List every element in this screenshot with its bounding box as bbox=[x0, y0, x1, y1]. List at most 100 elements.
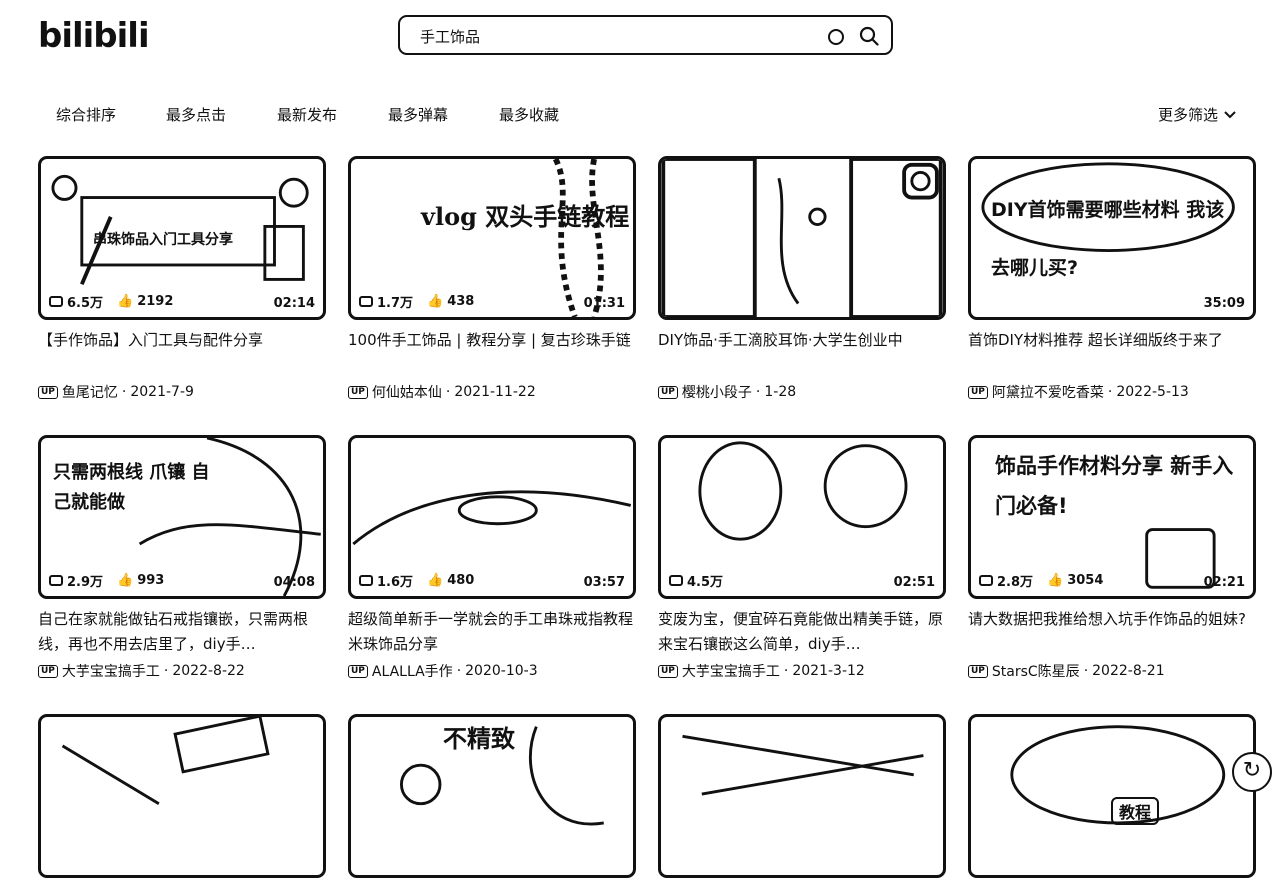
video-card[interactable]: 串珠饰品入门工具分享 6.5万 👍 2192 02:14 【手作饰品】入门工具与配… bbox=[38, 156, 326, 402]
meta-sep: · bbox=[1083, 663, 1089, 679]
up-badge-icon: UP bbox=[38, 664, 58, 678]
video-title[interactable]: 【手作饰品】入门工具与配件分享 bbox=[38, 328, 326, 378]
thumbnail-art bbox=[661, 159, 943, 317]
video-title[interactable]: 请大数据把我推给想入坑手作饰品的姐妹? bbox=[968, 607, 1256, 657]
play-count-icon bbox=[669, 575, 683, 586]
video-card[interactable]: 饰品手作材料分享 新手入门必备! 2.8万 👍 3054 02:21 请大数据把我… bbox=[968, 435, 1256, 681]
video-thumbnail[interactable]: 不精致 bbox=[348, 714, 636, 878]
up-badge-icon: UP bbox=[968, 385, 988, 399]
filter-most-clicks[interactable]: 最多点击 bbox=[166, 104, 226, 125]
video-card[interactable] bbox=[38, 714, 326, 878]
refresh-icon[interactable]: ↻ bbox=[1232, 752, 1272, 792]
duration: 02:51 bbox=[893, 575, 935, 590]
thumbnail-caption: 串珠饰品入门工具分享 bbox=[93, 232, 233, 248]
video-card[interactable]: DIY首饰需要哪些材料 我该去哪儿买? 35:09 首饰DIY材料推荐 超长详细… bbox=[968, 156, 1256, 402]
like-icon: 👍 bbox=[427, 294, 444, 309]
video-thumbnail[interactable]: 饰品手作材料分享 新手入门必备! 2.8万 👍 3054 02:21 bbox=[968, 435, 1256, 599]
like-count: 480 bbox=[447, 573, 475, 588]
video-thumbnail[interactable]: 教程 bbox=[968, 714, 1256, 878]
video-title[interactable]: 变废为宝，便宜碎石竟能做出精美手链，原来宝石镶嵌这么简单，diy手… bbox=[658, 607, 946, 657]
video-thumbnail[interactable] bbox=[38, 714, 326, 878]
thumbnail-art bbox=[1010, 725, 1226, 825]
duration: 04:08 bbox=[273, 575, 315, 590]
thumbnail-art bbox=[61, 717, 270, 805]
duration: 02:14 bbox=[273, 296, 315, 311]
video-thumbnail[interactable]: vlog 双头手链教程 1.7万 👍 438 01:31 bbox=[348, 156, 636, 320]
meta-sep: · bbox=[163, 663, 169, 679]
clear-icon[interactable] bbox=[828, 29, 844, 45]
video-thumbnail[interactable]: 4.5万 02:51 bbox=[658, 435, 946, 599]
filter-most-danmaku[interactable]: 最多弹幕 bbox=[388, 104, 448, 125]
video-thumbnail[interactable] bbox=[658, 714, 946, 878]
filter-sort-default[interactable]: 综合排序 bbox=[56, 104, 116, 125]
video-title[interactable]: 超级简单新手一学就会的手工串珠戒指教程米珠饰品分享 bbox=[348, 607, 636, 657]
view-count: 4.5万 bbox=[687, 575, 724, 590]
uploader-name[interactable]: 鱼尾记忆 bbox=[62, 382, 118, 402]
more-filter-button[interactable]: 更多筛选 bbox=[1158, 104, 1236, 125]
uploader-name[interactable]: 樱桃小段子 bbox=[682, 382, 752, 402]
video-title[interactable]: DIY饰品·手工滴胶耳饰·大学生创业中 bbox=[658, 328, 946, 378]
publish-date: 2020-10-3 bbox=[465, 663, 538, 679]
video-thumbnail[interactable] bbox=[658, 156, 946, 320]
view-count: 1.6万 bbox=[377, 575, 414, 590]
search-box[interactable] bbox=[398, 15, 893, 55]
duration: 02:21 bbox=[1203, 575, 1245, 590]
video-card[interactable]: vlog 双头手链教程 1.7万 👍 438 01:31 100件手工饰品 | 教… bbox=[348, 156, 636, 402]
video-thumbnail[interactable]: DIY首饰需要哪些材料 我该去哪儿买? 35:09 bbox=[968, 156, 1256, 320]
chevron-down-icon bbox=[1224, 110, 1236, 118]
video-card[interactable] bbox=[658, 714, 946, 878]
uploader-name[interactable]: ALALLA手作 bbox=[372, 661, 453, 681]
video-thumbnail[interactable]: 1.6万 👍 480 03:57 bbox=[348, 435, 636, 599]
up-badge-icon: UP bbox=[38, 385, 58, 399]
thumbnail-caption: 不精致 bbox=[443, 725, 515, 753]
play-count-icon bbox=[359, 296, 373, 307]
video-card[interactable]: 教程 bbox=[968, 714, 1256, 878]
publish-date: 2021-7-9 bbox=[130, 384, 194, 400]
up-badge-icon: UP bbox=[658, 385, 678, 399]
view-count: 6.5万 bbox=[67, 296, 104, 311]
video-card[interactable]: DIY饰品·手工滴胶耳饰·大学生创业中 UP 樱桃小段子 · 1-28 bbox=[658, 156, 946, 402]
like-icon: 👍 bbox=[117, 573, 134, 588]
thumbnail-caption: 只需两根线 爪镶 自己就能做 bbox=[53, 462, 210, 513]
uploader-name[interactable]: 何仙姑本仙 bbox=[372, 382, 442, 402]
bilibili-logo[interactable]: bilibili bbox=[38, 16, 150, 56]
video-thumbnail[interactable]: 只需两根线 爪镶 自己就能做 2.9万 👍 993 04:08 bbox=[38, 435, 326, 599]
video-card[interactable]: 4.5万 02:51 变废为宝，便宜碎石竟能做出精美手链，原来宝石镶嵌这么简单，… bbox=[658, 435, 946, 681]
meta-sep: · bbox=[1107, 384, 1113, 400]
play-count-icon bbox=[49, 575, 63, 586]
duration: 03:57 bbox=[583, 575, 625, 590]
view-count: 1.7万 bbox=[377, 296, 414, 311]
like-icon: 👍 bbox=[117, 294, 134, 309]
duration: 35:09 bbox=[1203, 296, 1245, 311]
search-input[interactable] bbox=[418, 24, 812, 48]
up-badge-icon: UP bbox=[348, 664, 368, 678]
uploader-name[interactable]: 大芋宝宝搞手工 bbox=[62, 661, 160, 681]
video-title[interactable]: 自己在家就能做钻石戒指镶嵌，只需两根线，再也不用去店里了，diy手… bbox=[38, 607, 326, 657]
meta-sep: · bbox=[755, 384, 761, 400]
thumbnail-caption: vlog 双头手链教程 bbox=[421, 202, 630, 231]
publish-date: 2021-3-12 bbox=[792, 663, 865, 679]
publish-date: 2022-8-22 bbox=[172, 663, 245, 679]
thumbnail-caption: DIY首饰需要哪些材料 我该去哪儿买? bbox=[991, 199, 1225, 279]
play-count-icon bbox=[49, 296, 63, 307]
uploader-name[interactable]: 大芋宝宝搞手工 bbox=[682, 661, 780, 681]
uploader-name[interactable]: StarsC陈星辰 bbox=[992, 661, 1080, 681]
more-filter-label: 更多筛选 bbox=[1158, 106, 1219, 124]
meta-sep: · bbox=[121, 384, 127, 400]
search-icon[interactable] bbox=[859, 26, 879, 46]
meta-sep: · bbox=[783, 663, 789, 679]
video-title[interactable]: 首饰DIY材料推荐 超长详细版终于来了 bbox=[968, 328, 1256, 378]
video-card[interactable]: 不精致 bbox=[348, 714, 636, 878]
video-card[interactable]: 1.6万 👍 480 03:57 超级简单新手一学就会的手工串珠戒指教程米珠饰品分… bbox=[348, 435, 636, 681]
video-title[interactable]: 100件手工饰品 | 教程分享 | 复古珍珠手链 bbox=[348, 328, 636, 378]
like-count: 438 bbox=[447, 294, 475, 309]
publish-date: 2022-5-13 bbox=[1116, 384, 1189, 400]
filter-most-favorites[interactable]: 最多收藏 bbox=[499, 104, 559, 125]
uploader-name[interactable]: 阿黛拉不爱吃香菜 bbox=[992, 382, 1104, 402]
video-thumbnail[interactable]: 串珠饰品入门工具分享 6.5万 👍 2192 02:14 bbox=[38, 156, 326, 320]
publish-date: 2021-11-22 bbox=[454, 384, 536, 400]
like-count: 993 bbox=[137, 573, 165, 588]
video-card[interactable]: 只需两根线 爪镶 自己就能做 2.9万 👍 993 04:08 自己在家就能做钻石… bbox=[38, 435, 326, 681]
like-icon: 👍 bbox=[1047, 573, 1064, 588]
filter-newest[interactable]: 最新发布 bbox=[277, 104, 337, 125]
